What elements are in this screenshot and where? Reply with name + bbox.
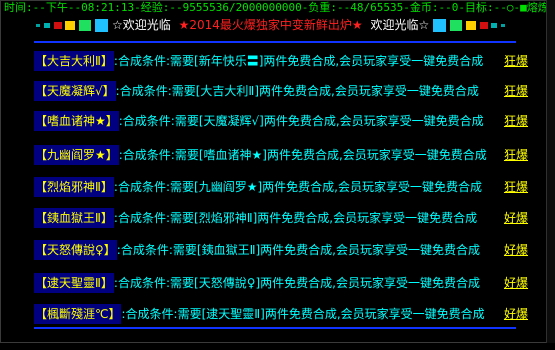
scrollbar[interactable] xyxy=(546,0,555,343)
grade-link[interactable]: 好爆 xyxy=(504,208,528,228)
recipe-row: 【逮天聖靈Ⅱ】:合成条件:需要[天怒傳說♀]两件免费合成,会员玩家享受一键免费合… xyxy=(34,273,534,293)
grade-link[interactable]: 狂爆 xyxy=(504,177,528,197)
recipe-row: 【楓斷殘涯℃】:合成条件:需要[逮天聖靈Ⅱ]两件免费合成,会员玩家享受一键免费合… xyxy=(34,304,534,324)
recipe-row: 【大吉大利Ⅱ】:合成条件:需要[新年快乐〓]两件免费合成,会员玩家享受一键免费合… xyxy=(34,51,534,71)
recipe-row: 【銕血獄王Ⅱ】:合成条件:需要[烈焰邪神Ⅱ]两件免费合成,会员玩家享受一键免费合… xyxy=(34,208,534,228)
divider-bottom xyxy=(34,327,516,329)
item-name: 【逮天聖靈Ⅱ】 xyxy=(34,273,114,293)
recipe-row: 【九幽阎罗★】:合成条件:需要[嗜血诸神★]两件免费合成,会员玩家享受一键免费合… xyxy=(34,145,534,165)
grade-link[interactable]: 好爆 xyxy=(504,273,528,293)
recipe-row: 【天魔凝辉√】:合成条件:需要[大吉大利Ⅱ]两件免费合成,会员玩家享受一键免费合… xyxy=(34,81,534,101)
item-name: 【銕血獄王Ⅱ】 xyxy=(34,208,114,228)
item-name: 【嗜血诸神★】 xyxy=(34,111,119,131)
grade-link[interactable]: 狂爆 xyxy=(504,145,528,165)
recipe-condition: :合成条件:需要[逮天聖靈Ⅱ]两件免费合成,会员玩家享受一键免费合成 xyxy=(121,307,485,321)
item-name: 【楓斷殘涯℃】 xyxy=(34,304,122,324)
recipe-condition: :合成条件:需要[天魔凝辉√]两件免费合成,会员玩家享受一键免费合成 xyxy=(118,114,484,128)
item-name: 【大吉大利Ⅱ】 xyxy=(34,51,114,71)
banner-headline: ★2014最火爆独家中变新鲜出炉★ xyxy=(178,18,363,32)
recipe-row: 【嗜血诸神★】:合成条件:需要[天魔凝辉√]两件免费合成,会员玩家享受一键免费合… xyxy=(34,111,534,131)
welcome-text-left: ☆欢迎光临 xyxy=(111,18,171,32)
recipe-condition: :合成条件:需要[烈焰邪神Ⅱ]两件免费合成,会员玩家享受一键免费合成 xyxy=(113,211,478,225)
recipe-condition: :合成条件:需要[新年快乐〓]两件免费合成,会员玩家享受一键免费合成 xyxy=(113,54,484,68)
grade-link[interactable]: 好爆 xyxy=(504,240,528,260)
divider-top xyxy=(34,41,516,43)
status-bar: 时间:--下午--08:21:13-经验:--9555536/200000000… xyxy=(4,1,555,14)
recipe-condition: :合成条件:需要[天怒傳說♀]两件免费合成,会员玩家享受一键免费合成 xyxy=(113,276,480,290)
recipe-row: 【天怒傳說♀】:合成条件:需要[銕血獄王Ⅱ]两件免费合成,会员玩家享受一键免费合… xyxy=(34,240,534,260)
grade-link[interactable]: 狂爆 xyxy=(504,111,528,131)
recipe-condition: :合成条件:需要[嗜血诸神★]两件免费合成,会员玩家享受一键免费合成 xyxy=(118,148,487,162)
recipe-condition: :合成条件:需要[銕血獄王Ⅱ]两件免费合成,会员玩家享受一键免费合成 xyxy=(116,243,480,257)
recipe-condition: :合成条件:需要[九幽阎罗★]两件免费合成,会员玩家享受一键免费合成 xyxy=(113,180,482,194)
recipe-row: 【烈焰邪神Ⅱ】:合成条件:需要[九幽阎罗★]两件免费合成,会员玩家享受一键免费合… xyxy=(34,177,534,197)
item-name: 【烈焰邪神Ⅱ】 xyxy=(34,177,114,197)
grade-link[interactable]: 好爆 xyxy=(504,304,528,324)
color-squares-left xyxy=(36,18,112,32)
bottom-ad-text xyxy=(34,338,534,350)
item-name: 【九幽阎罗★】 xyxy=(34,145,119,165)
banner: ☆欢迎光临 ★2014最火爆独家中变新鲜出炉★ 欢迎光临☆ xyxy=(36,16,536,34)
grade-link[interactable]: 狂爆 xyxy=(504,51,528,71)
grade-link[interactable]: 狂爆 xyxy=(504,81,528,101)
recipe-condition: :合成条件:需要[大吉大利Ⅱ]两件免费合成,会员玩家享受一键免费合成 xyxy=(115,84,479,98)
item-name: 【天魔凝辉√】 xyxy=(34,81,116,101)
item-name: 【天怒傳說♀】 xyxy=(34,240,117,260)
color-squares-right xyxy=(433,18,506,32)
welcome-text-right: 欢迎光临☆ xyxy=(370,18,430,32)
